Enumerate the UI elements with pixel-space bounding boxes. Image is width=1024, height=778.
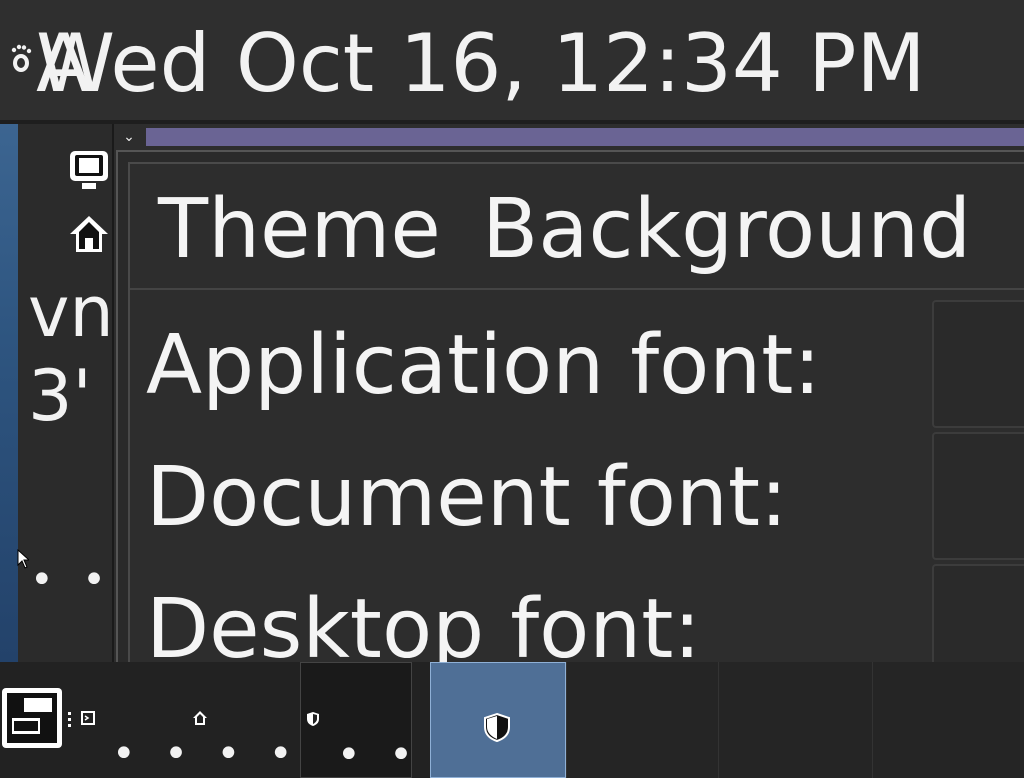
application-font-button[interactable]	[932, 300, 1024, 428]
taskbar-item[interactable]: • • • • • •	[76, 662, 300, 778]
taskbar-slot[interactable]	[718, 662, 872, 778]
document-font-button[interactable]	[932, 432, 1024, 560]
window-content: Theme Background Application font: Docum…	[128, 162, 1024, 664]
desktop-font-label: Desktop font:	[146, 582, 702, 664]
taskbar-slot[interactable]	[566, 662, 718, 778]
computer-icon[interactable]	[66, 148, 112, 194]
clock-text: Wed Oct 16, 12:34 PM	[36, 17, 926, 110]
handle-icon[interactable]	[68, 712, 72, 730]
shield-icon	[484, 712, 510, 743]
shield-icon	[307, 712, 319, 726]
desktop-label: vn	[28, 271, 112, 353]
taskbar-item-label: • • •	[337, 732, 411, 778]
home-icon[interactable]	[66, 212, 112, 258]
window-menu-button[interactable]: ⌄	[116, 128, 142, 146]
tab-background[interactable]: Background	[482, 180, 971, 280]
top-panel: A Wed Oct 16, 12:34 PM	[0, 0, 1024, 120]
application-font-label: Application font:	[146, 318, 822, 413]
clock[interactable]: Wed Oct 16, 12:34 PM	[32, 14, 1024, 114]
mouse-cursor-icon	[17, 549, 29, 569]
window-titlebar[interactable]	[146, 128, 1024, 146]
desktop-label: 3'	[28, 355, 92, 437]
document-font-label: Document font:	[146, 450, 788, 545]
gnome-foot-icon[interactable]	[10, 44, 32, 74]
tab-bar: Theme Background	[130, 164, 1024, 290]
terminal-icon	[81, 711, 95, 725]
taskbar-item[interactable]: • • •	[300, 662, 412, 778]
taskbar-slot[interactable]	[872, 662, 1024, 778]
desktop-font-button[interactable]	[932, 564, 1024, 664]
tab-theme[interactable]: Theme	[158, 180, 441, 280]
show-desktop-icon	[7, 693, 57, 743]
taskbar-item-label: • • • • • •	[112, 731, 300, 777]
taskbar-item-active[interactable]	[430, 662, 566, 778]
wallpaper	[0, 124, 18, 662]
show-desktop-button[interactable]	[2, 688, 62, 748]
home-icon	[193, 711, 207, 725]
